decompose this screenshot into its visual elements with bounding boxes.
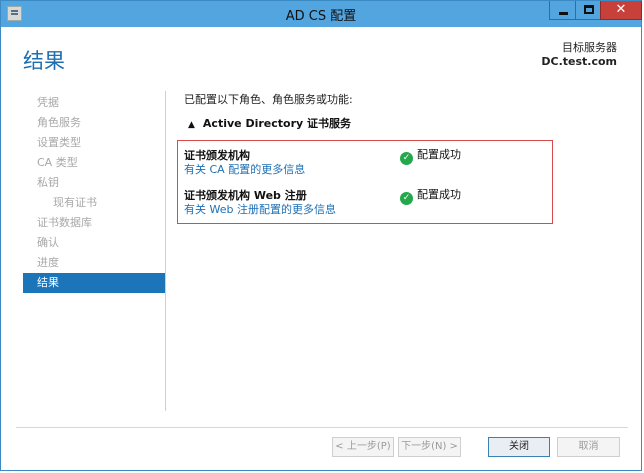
cancel-button[interactable]: 取消 xyxy=(557,437,620,457)
next-button[interactable]: 下一步(N) > xyxy=(398,437,461,457)
window-title: AD CS 配置 xyxy=(285,9,357,24)
previous-button[interactable]: < 上一步(P) xyxy=(332,437,394,457)
close-icon: ✕ xyxy=(615,2,627,17)
maximize-button[interactable] xyxy=(575,1,601,20)
minimize-icon xyxy=(559,12,568,15)
nav-item-private-key: 私钥 xyxy=(37,176,59,189)
status-text: 配置成功 xyxy=(417,148,461,161)
more-info-web-enrollment-link[interactable]: 有关 Web 注册配置的更多信息 xyxy=(184,201,336,217)
dialog-window: AD CS 配置 ✕ 结果 目标服务器 DC.test.com 凭据 角色服务 … xyxy=(0,0,642,471)
nav-divider xyxy=(165,91,166,411)
footer-divider xyxy=(16,427,628,428)
maximize-icon xyxy=(584,5,594,14)
page-title: 结果 xyxy=(23,49,65,73)
target-server-label: 目标服务器 xyxy=(562,41,617,54)
nav-item-confirmation: 确认 xyxy=(37,236,59,249)
section-title: Active Directory 证书服务 xyxy=(202,117,351,130)
nav-item-results[interactable]: 结果 xyxy=(23,273,165,293)
nav-item-role-services: 角色服务 xyxy=(37,116,81,129)
status-text: 配置成功 xyxy=(417,188,461,201)
nav-item-ca-type: CA 类型 xyxy=(37,156,78,169)
minimize-button[interactable] xyxy=(549,1,576,20)
results-intro: 已配置以下角色、角色服务或功能: xyxy=(184,93,353,106)
nav-item-progress: 进度 xyxy=(37,256,59,269)
nav-item-cert-database: 证书数据库 xyxy=(37,216,92,229)
nav-item-credentials: 凭据 xyxy=(37,96,59,109)
nav-item-existing-cert: 现有证书 xyxy=(53,196,97,209)
check-circle-icon: ✓ xyxy=(400,192,413,205)
target-server-value: DC.test.com xyxy=(541,55,617,68)
collapse-chevron-icon[interactable]: ▲ xyxy=(188,120,195,130)
check-circle-icon: ✓ xyxy=(400,152,413,165)
nav-item-setup-type: 设置类型 xyxy=(37,136,81,149)
close-window-button[interactable]: ✕ xyxy=(600,1,642,20)
status-ca: ✓ 配置成功 xyxy=(400,146,461,165)
title-bar[interactable]: AD CS 配置 ✕ xyxy=(1,1,642,27)
wizard-nav: 凭据 角色服务 设置类型 CA 类型 私钥 现有证书 证书数据库 确认 进度 结… xyxy=(23,93,165,293)
status-web-enrollment: ✓ 配置成功 xyxy=(400,186,461,205)
more-info-ca-link[interactable]: 有关 CA 配置的更多信息 xyxy=(184,161,305,177)
results-highlight-box: 证书颁发机构 ✓ 配置成功 有关 CA 配置的更多信息 证书颁发机构 Web 注册… xyxy=(177,140,553,224)
section-header[interactable]: ▲ Active Directory 证书服务 xyxy=(188,115,351,131)
close-button[interactable]: 关闭 xyxy=(488,437,550,457)
